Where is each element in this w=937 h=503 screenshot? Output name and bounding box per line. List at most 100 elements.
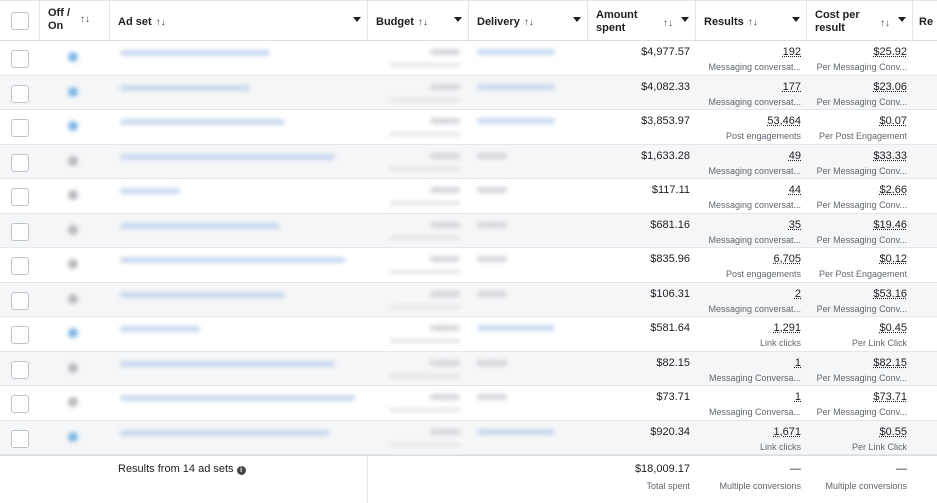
sort-icon[interactable]: ↑↓ (663, 17, 673, 30)
column-ad-set[interactable]: Ad set ↑↓ (110, 1, 368, 41)
ad-set-name-cell[interactable] (110, 352, 368, 386)
row-checkbox[interactable] (11, 361, 29, 379)
column-cost-per-result[interactable]: Cost per result ↑↓ (807, 1, 913, 41)
row-checkbox[interactable] (11, 85, 29, 103)
table-row[interactable]: $835.96 6,705 Post engagements $0.12 Per… (0, 248, 937, 283)
sort-icon[interactable]: ↑↓ (524, 17, 534, 28)
table-row[interactable]: $82.15 1 Messaging Conversa... $82.15 Pe… (0, 352, 937, 387)
status-toggle[interactable] (68, 397, 78, 407)
table-row[interactable]: $106.31 2 Messaging conversat... $53.16 … (0, 283, 937, 318)
row-checkbox[interactable] (11, 188, 29, 206)
chevron-down-icon[interactable] (353, 17, 361, 22)
row-checkbox[interactable] (11, 326, 29, 344)
sort-icon[interactable]: ↑↓ (80, 13, 90, 26)
results-value[interactable]: 1 (795, 357, 801, 369)
column-results[interactable]: Results ↑↓ (696, 1, 807, 41)
status-toggle[interactable] (68, 52, 78, 62)
results-value[interactable]: 53,464 (767, 115, 801, 127)
status-toggle[interactable] (68, 259, 78, 269)
column-off-on[interactable]: Off / On ↑↓ (40, 1, 110, 41)
cost-per-result-value[interactable]: $23.06 (873, 81, 907, 93)
row-checkbox[interactable] (11, 257, 29, 275)
status-toggle[interactable] (68, 432, 78, 442)
status-toggle[interactable] (68, 294, 78, 304)
ad-set-name-cell[interactable] (110, 214, 368, 248)
cost-per-result-value[interactable]: $0.45 (879, 322, 907, 334)
row-checkbox[interactable] (11, 395, 29, 413)
status-toggle[interactable] (68, 87, 78, 97)
ad-set-name-cell[interactable] (110, 317, 368, 351)
cost-per-result-value[interactable]: $53.16 (873, 288, 907, 300)
chevron-down-icon[interactable] (681, 17, 689, 22)
ad-set-name-cell[interactable] (110, 110, 368, 144)
ad-set-name-cell[interactable] (110, 283, 368, 317)
row-checkbox[interactable] (11, 50, 29, 68)
column-amount-spent[interactable]: Amount spent ↑↓ (588, 1, 696, 41)
results-value[interactable]: 6,705 (773, 253, 801, 265)
table-row[interactable]: $117.11 44 Messaging conversat... $2.66 … (0, 179, 937, 214)
ad-set-name-cell[interactable] (110, 248, 368, 282)
chevron-down-icon[interactable] (792, 17, 800, 22)
table-row[interactable]: $681.16 35 Messaging conversat... $19.46… (0, 214, 937, 249)
table-row[interactable]: $3,853.97 53,464 Post engagements $0.07 … (0, 110, 937, 145)
results-value[interactable]: 1 (795, 391, 801, 403)
cost-per-result-value[interactable]: $73.71 (873, 391, 907, 403)
results-value[interactable]: 44 (789, 184, 801, 196)
table-row[interactable]: $920.34 1,671 Link clicks $0.55 Per Link… (0, 421, 937, 456)
results-value[interactable]: 2 (795, 288, 801, 300)
select-all-checkbox[interactable] (11, 12, 29, 30)
table-row[interactable]: $4,082.33 177 Messaging conversat... $23… (0, 76, 937, 111)
chevron-down-icon[interactable] (454, 17, 462, 22)
table-row[interactable]: $1,633.28 49 Messaging conversat... $33.… (0, 145, 937, 180)
redacted-name (120, 85, 250, 91)
table-row[interactable]: $581.64 1,291 Link clicks $0.45 Per Link… (0, 317, 937, 352)
info-icon[interactable]: i (237, 466, 246, 475)
results-value[interactable]: 1,291 (773, 322, 801, 334)
row-checkbox[interactable] (11, 154, 29, 172)
ad-set-name-cell[interactable] (110, 41, 368, 75)
column-re[interactable]: Re (913, 1, 937, 41)
cost-per-result-value[interactable]: $33.33 (873, 150, 907, 162)
ad-set-name-cell[interactable] (110, 421, 368, 455)
cost-per-result-cell: $53.16 Per Messaging Conv... (807, 283, 913, 317)
cost-per-result-value[interactable]: $2.66 (879, 184, 907, 196)
column-budget[interactable]: Budget ↑↓ (368, 1, 469, 41)
row-checkbox[interactable] (11, 119, 29, 137)
results-value[interactable]: 1,671 (773, 426, 801, 438)
cost-per-result-cell: $0.45 Per Link Click (807, 317, 913, 351)
status-toggle[interactable] (68, 156, 78, 166)
status-toggle[interactable] (68, 225, 78, 235)
status-toggle[interactable] (68, 190, 78, 200)
chevron-down-icon[interactable] (898, 17, 906, 22)
ad-set-name-cell[interactable] (110, 179, 368, 213)
table-row[interactable]: $4,977.57 192 Messaging conversat... $25… (0, 41, 937, 76)
results-value[interactable]: 49 (789, 150, 801, 162)
ad-set-name-cell[interactable] (110, 145, 368, 179)
row-checkbox[interactable] (11, 223, 29, 241)
cost-per-result-value[interactable]: $82.15 (873, 357, 907, 369)
cost-per-result-value[interactable]: $0.07 (879, 115, 907, 127)
results-value[interactable]: 35 (789, 219, 801, 231)
chevron-down-icon[interactable] (573, 17, 581, 22)
column-delivery[interactable]: Delivery ↑↓ (469, 1, 588, 41)
sort-icon[interactable]: ↑↓ (156, 17, 166, 28)
ad-set-name-cell[interactable] (110, 76, 368, 110)
cost-per-result-value[interactable]: $25.92 (873, 46, 907, 58)
results-value[interactable]: 177 (783, 81, 801, 93)
sort-icon[interactable]: ↑↓ (748, 17, 758, 28)
delivery-cell (469, 41, 588, 75)
cost-per-result-cell: $2.66 Per Messaging Conv... (807, 179, 913, 213)
table-row[interactable]: $73.71 1 Messaging Conversa... $73.71 Pe… (0, 386, 937, 421)
results-value[interactable]: 192 (783, 46, 801, 58)
cost-per-result-value[interactable]: $19.46 (873, 219, 907, 231)
row-checkbox[interactable] (11, 292, 29, 310)
row-checkbox[interactable] (11, 430, 29, 448)
cost-per-result-value[interactable]: $0.55 (879, 426, 907, 438)
sort-icon[interactable]: ↑↓ (418, 17, 428, 28)
sort-icon[interactable]: ↑↓ (880, 17, 890, 30)
status-toggle[interactable] (68, 121, 78, 131)
status-toggle[interactable] (68, 328, 78, 338)
status-toggle[interactable] (68, 363, 78, 373)
cost-per-result-value[interactable]: $0.12 (879, 253, 907, 265)
ad-set-name-cell[interactable] (110, 386, 368, 420)
